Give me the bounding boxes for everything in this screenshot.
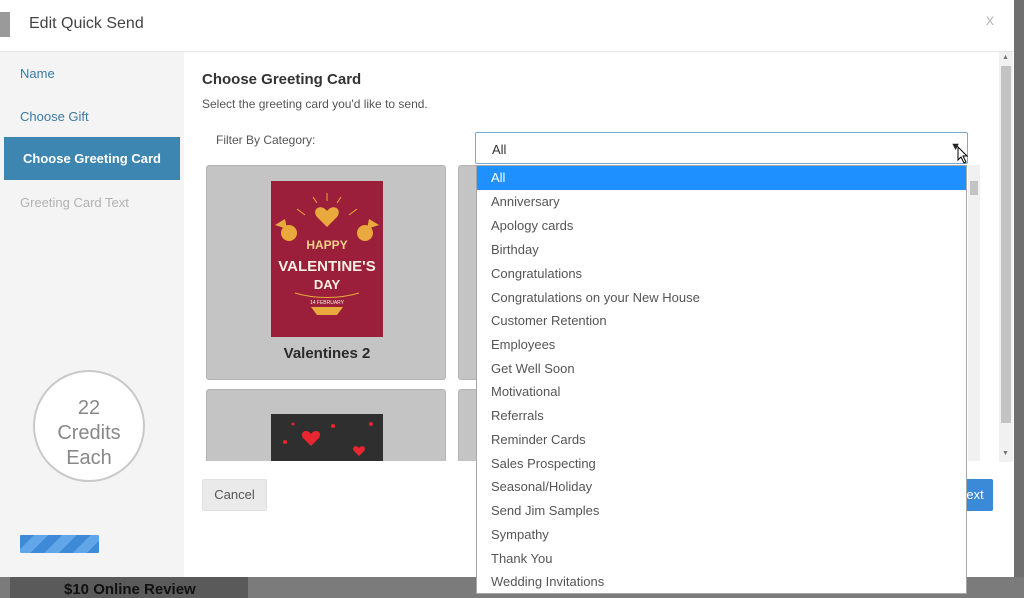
card-art-text: VALENTINE'S <box>278 258 375 275</box>
close-button[interactable]: x <box>986 12 994 30</box>
category-select-value: All <box>492 142 507 157</box>
dropdown-option[interactable]: Customer Retention <box>477 309 966 333</box>
card-grid-scrollbar[interactable] <box>968 165 980 461</box>
background-tab: $10 Online Review <box>10 577 248 598</box>
dropdown-option[interactable]: Thank You <box>477 547 966 571</box>
dropdown-option[interactable]: Congratulations <box>477 262 966 286</box>
modal-title: Edit Quick Send <box>29 15 144 32</box>
card-art-text: 14 FEBRUARY <box>310 300 345 306</box>
card-art-text: DAY <box>314 277 341 292</box>
dropdown-option[interactable]: Birthday <box>477 238 966 262</box>
mouse-cursor-icon <box>957 146 969 164</box>
greeting-card-tile[interactable] <box>206 389 446 461</box>
sidebar-item-greeting-card-text: Greeting Card Text <box>20 195 129 210</box>
dropdown-option[interactable]: Congratulations on your New House <box>477 286 966 310</box>
credits-count: 22 <box>77 397 101 419</box>
credits-badge: 22 Credits Each <box>33 370 145 482</box>
category-dropdown-list: All Anniversary Apology cards Birthday C… <box>476 165 967 594</box>
credits-label: Credits <box>57 422 121 444</box>
scroll-up-arrow-icon[interactable]: ▲ <box>1002 54 1009 61</box>
category-select[interactable]: All ▼ <box>475 132 968 164</box>
dropdown-option[interactable]: Employees <box>477 333 966 357</box>
modal-scrollbar[interactable]: ▲ ▼ <box>999 52 1013 462</box>
dropdown-option[interactable]: Referrals <box>477 404 966 428</box>
greeting-card-tile[interactable]: HAPPY VALENTINE'S DAY 14 FEBRUARY Valent… <box>206 165 446 380</box>
sidebar-item-label: Choose Greeting Card <box>23 151 161 166</box>
scroll-down-arrow-icon[interactable]: ▼ <box>1002 450 1009 457</box>
scrollbar-thumb[interactable] <box>1001 66 1011 423</box>
dropdown-option[interactable]: Reminder Cards <box>477 428 966 452</box>
wizard-sidebar: Name Choose Gift Choose Greeting Card Gr… <box>0 52 184 577</box>
cancel-button[interactable]: Cancel <box>202 479 267 511</box>
dropdown-option[interactable]: Wedding Invitations <box>477 570 966 594</box>
dropdown-option[interactable]: Motivational <box>477 380 966 404</box>
dropdown-option[interactable]: Anniversary <box>477 190 966 214</box>
section-title: Choose Greeting Card <box>202 71 362 88</box>
dropdown-option[interactable]: Get Well Soon <box>477 357 966 381</box>
hearts-card-image <box>271 414 383 461</box>
sidebar-item-choose-greeting-card[interactable]: Choose Greeting Card <box>4 137 180 180</box>
dropdown-option[interactable]: Apology cards <box>477 214 966 238</box>
filter-label: Filter By Category: <box>216 133 316 147</box>
sidebar-item-name[interactable]: Name <box>20 66 55 81</box>
credits-each: Each <box>66 447 112 469</box>
card-label: Valentines 2 <box>283 345 371 362</box>
sidebar-item-choose-gift[interactable]: Choose Gift <box>20 109 89 124</box>
dropdown-option[interactable]: Sales Prospecting <box>477 452 966 476</box>
dropdown-option[interactable]: Send Jim Samples <box>477 499 966 523</box>
header-accent <box>0 12 10 37</box>
section-subtitle: Select the greeting card you'd like to s… <box>202 97 428 111</box>
progress-bar <box>20 535 99 553</box>
dropdown-option[interactable]: Sympathy <box>477 523 966 547</box>
dropdown-option[interactable]: All <box>477 166 966 190</box>
valentine-card-image: HAPPY VALENTINE'S DAY 14 FEBRUARY <box>271 181 383 337</box>
dropdown-option[interactable]: Seasonal/Holiday <box>477 475 966 499</box>
scrollbar-thumb[interactable] <box>970 181 978 195</box>
card-art-text: HAPPY <box>306 238 347 252</box>
